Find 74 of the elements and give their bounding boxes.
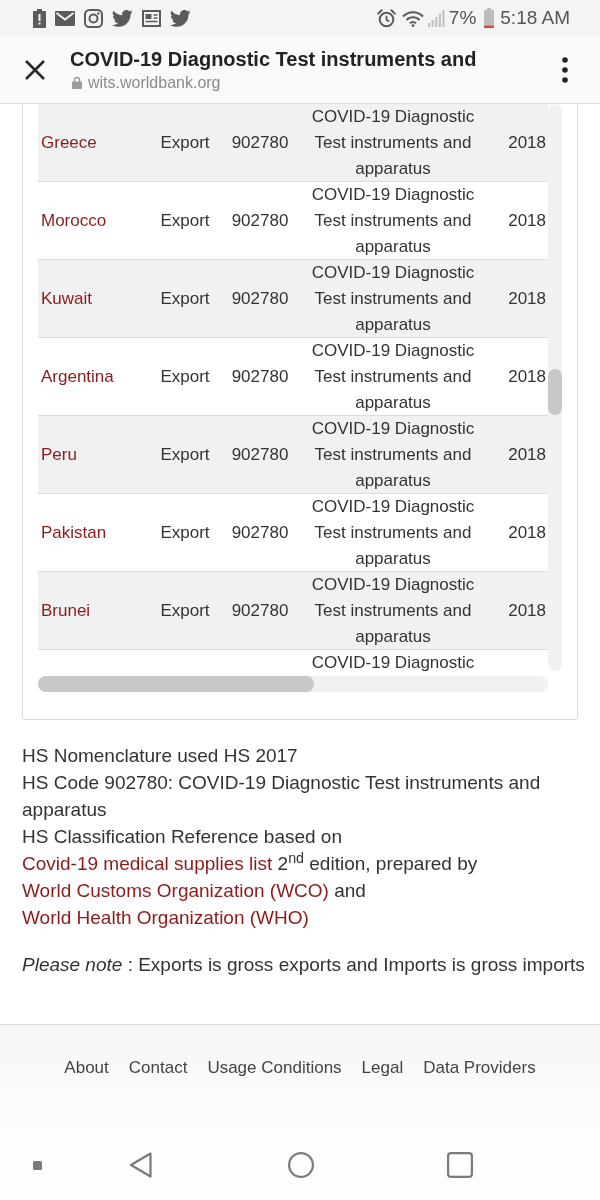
- footer-link[interactable]: Usage Conditions: [207, 1056, 342, 1080]
- table-cell-text: 2018: [508, 132, 546, 154]
- table-cell-text: Export: [160, 366, 210, 388]
- table-cell-text: COVID-19 Diagnostic Test instruments and apparatus: [310, 574, 476, 648]
- table-cell-text: Export: [160, 600, 210, 622]
- back-icon[interactable]: [128, 1151, 153, 1179]
- table-cell-text: 2018: [508, 288, 546, 310]
- table-cell-text: Export: [160, 288, 210, 310]
- country-link[interactable]: Kuwait: [41, 286, 93, 312]
- footer-link[interactable]: Legal: [361, 1056, 404, 1080]
- bird-icon: [170, 9, 191, 27]
- footer-link[interactable]: Data Providers: [423, 1056, 536, 1080]
- close-button[interactable]: [23, 57, 47, 82]
- table-cell-text: 902780: [231, 132, 289, 154]
- table-cell-text: COVID-19 Diagnostic Test instruments and apparatus: [310, 496, 476, 570]
- alarm-clock-icon: [376, 8, 396, 28]
- recent-apps-icon[interactable]: [447, 1152, 473, 1178]
- table-cell-text: COVID-19 Diagnostic Test instruments and apparatus: [310, 184, 476, 258]
- table-cell-text: 2018: [508, 522, 546, 544]
- more-icon: [562, 56, 568, 83]
- table-cell-text: 2018: [508, 600, 546, 622]
- table-cell-text: COVID-19 Diagnostic: [311, 652, 475, 674]
- country-link[interactable]: Morocco: [41, 208, 107, 234]
- table-cell-text: Export: [160, 132, 210, 154]
- camera-icon: [84, 8, 103, 28]
- table-cell-text: 902780: [231, 522, 289, 544]
- menu-button[interactable]: [561, 55, 569, 84]
- table-cell-text: COVID-19 Diagnostic Test instruments and apparatus: [310, 340, 476, 414]
- reference-link[interactable]: World Customs Organization (WCO): [22, 880, 329, 901]
- table-cell-text: 2018: [508, 210, 546, 232]
- close-icon: [24, 58, 46, 81]
- table-cell-text: COVID-19 Diagnostic Test instruments and apparatus: [310, 106, 476, 180]
- page-title: COVID-19 Diagnostic Test instruments and: [70, 46, 477, 71]
- scrollbar[interactable]: [38, 676, 548, 692]
- country-link[interactable]: Pakistan: [41, 520, 107, 546]
- battery-icon: [484, 8, 495, 28]
- table-cell-text: 902780: [231, 366, 289, 388]
- table-cell-text: Export: [160, 210, 210, 232]
- country-link[interactable]: Argentina: [41, 364, 114, 390]
- scrollbar-thumb[interactable]: [548, 369, 562, 415]
- note-text: HS Code 902780: COVID-19 Diagnostic Test instruments and apparatus: [22, 771, 542, 822]
- country-link[interactable]: Brunei: [41, 598, 91, 624]
- signal-icon: [427, 9, 446, 27]
- note-text: Please note : Exports is gross exports and Imports is gross imports: [22, 953, 586, 977]
- table-cell-text: Export: [160, 444, 210, 466]
- page-url: wits.worldbank.org: [88, 72, 221, 93]
- table-cell-text: 2018: [508, 444, 546, 466]
- country-link[interactable]: Peru: [41, 442, 77, 468]
- country-link[interactable]: Greece: [41, 130, 97, 156]
- newspaper-icon: [142, 9, 161, 27]
- table-cell-text: Export: [160, 522, 210, 544]
- clock-time: 5:18 AM: [500, 7, 570, 29]
- table-cell-text: 902780: [231, 600, 289, 622]
- scrollbar[interactable]: [548, 104, 562, 671]
- reference-note: HS Classification Reference based on Covid-19 medical supplies list 2$^{nd}$ edition, prepared by World Customs Organization (WCO) and World Health Organization (WHO): [22, 825, 479, 930]
- table-cell-text: 902780: [231, 444, 289, 466]
- footer-link[interactable]: Contact: [128, 1056, 188, 1080]
- scrollbar-thumb[interactable]: [38, 676, 314, 692]
- table-cell-text: COVID-19 Diagnostic Test instruments and apparatus: [310, 418, 476, 492]
- table-cell-text: 902780: [231, 288, 289, 310]
- bird-icon: [112, 9, 133, 27]
- battery-alert-icon: [33, 8, 46, 28]
- home-icon[interactable]: [288, 1152, 314, 1178]
- envelope-icon: [55, 10, 75, 26]
- table-cell-text: 2018: [508, 366, 546, 388]
- reference-link[interactable]: Covid-19 medical supplies list: [22, 853, 273, 874]
- footer-link[interactable]: About: [64, 1056, 109, 1080]
- lock-icon: [72, 76, 82, 89]
- reference-link[interactable]: World Health Organization (WHO): [22, 907, 309, 928]
- wifi-icon: [401, 9, 424, 27]
- note-text: HS Nomenclature used HS 2017: [22, 744, 299, 768]
- table-cell-text: 902780: [231, 210, 289, 232]
- battery-percent: 7%: [448, 7, 477, 29]
- table-cell-text: COVID-19 Diagnostic Test instruments and apparatus: [310, 262, 476, 336]
